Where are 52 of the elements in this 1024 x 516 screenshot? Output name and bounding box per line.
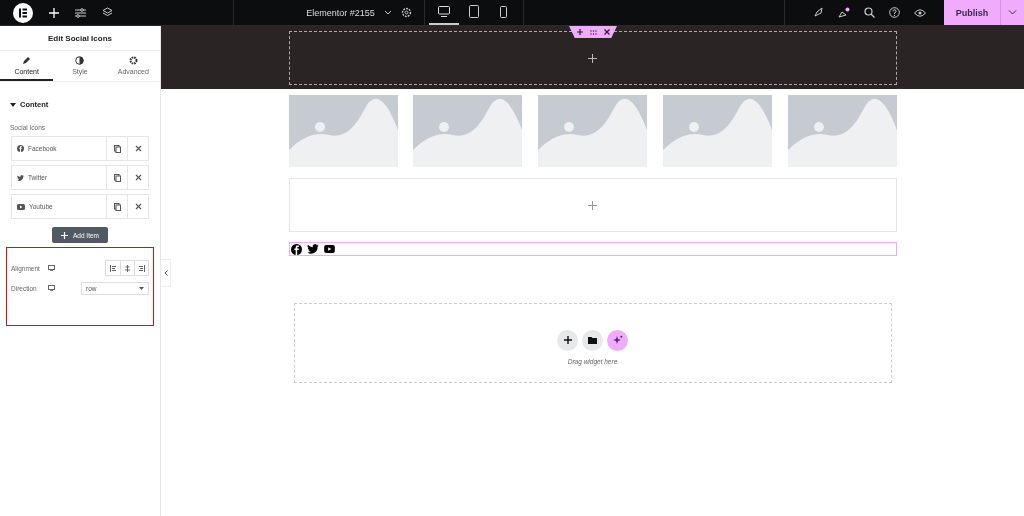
add-icon[interactable] bbox=[576, 29, 583, 35]
contrast-icon bbox=[75, 55, 85, 65]
document-title[interactable]: Elementor #2155 bbox=[306, 7, 375, 18]
sliders-icon[interactable] bbox=[75, 7, 86, 18]
add-icon[interactable] bbox=[588, 53, 597, 63]
align-right-icon bbox=[138, 264, 145, 272]
plus-icon bbox=[563, 336, 572, 344]
close-icon bbox=[134, 174, 142, 181]
align-left-icon bbox=[109, 264, 117, 272]
notification-icon[interactable] bbox=[838, 6, 850, 19]
chevron-down-icon[interactable] bbox=[383, 10, 392, 15]
folder-icon bbox=[588, 336, 597, 344]
copy-icon bbox=[113, 202, 121, 211]
twitter-icon[interactable] bbox=[306, 244, 319, 254]
template-folder-button[interactable] bbox=[582, 329, 603, 351]
chevron-left-icon bbox=[163, 270, 168, 276]
desktop-icon bbox=[48, 285, 55, 291]
search-icon[interactable] bbox=[864, 7, 875, 18]
logo-icon[interactable] bbox=[13, 2, 33, 23]
close-icon bbox=[134, 203, 142, 210]
social-icons-widget[interactable] bbox=[288, 242, 897, 256]
close-icon[interactable] bbox=[603, 29, 610, 35]
facebook-icon bbox=[17, 145, 24, 152]
ai-sparkle-button[interactable] bbox=[607, 329, 628, 351]
facebook-icon[interactable] bbox=[290, 243, 302, 255]
add-section-button[interactable] bbox=[557, 329, 578, 351]
youtube-icon[interactable] bbox=[323, 245, 335, 253]
sparkle-icon bbox=[612, 335, 623, 345]
section-handle[interactable] bbox=[569, 26, 617, 38]
copy-icon bbox=[113, 173, 121, 182]
copy-icon bbox=[113, 144, 121, 153]
caret-down-icon bbox=[139, 286, 144, 290]
layers-icon[interactable] bbox=[102, 7, 113, 18]
settings-icon[interactable] bbox=[400, 7, 412, 18]
chevron-down-icon bbox=[1008, 10, 1017, 15]
drag-handle-icon[interactable] bbox=[589, 29, 597, 35]
desktop-icon bbox=[48, 265, 55, 271]
desktop-icon[interactable] bbox=[437, 6, 450, 17]
twitter-icon bbox=[17, 174, 24, 181]
youtube-icon bbox=[17, 203, 25, 210]
gear-icon bbox=[128, 55, 138, 65]
tablet-icon[interactable] bbox=[468, 5, 479, 18]
eye-icon[interactable] bbox=[914, 8, 926, 17]
panel-title: Edit Social Icons bbox=[0, 26, 160, 51]
publish-button[interactable]: Publish bbox=[944, 0, 1000, 25]
align-right-button[interactable] bbox=[134, 261, 148, 275]
pencil-icon bbox=[22, 55, 32, 65]
close-icon bbox=[134, 145, 142, 152]
align-center-icon bbox=[124, 264, 131, 272]
help-icon[interactable] bbox=[889, 7, 900, 18]
plus-icon bbox=[61, 231, 68, 239]
mobile-icon[interactable] bbox=[500, 5, 508, 18]
